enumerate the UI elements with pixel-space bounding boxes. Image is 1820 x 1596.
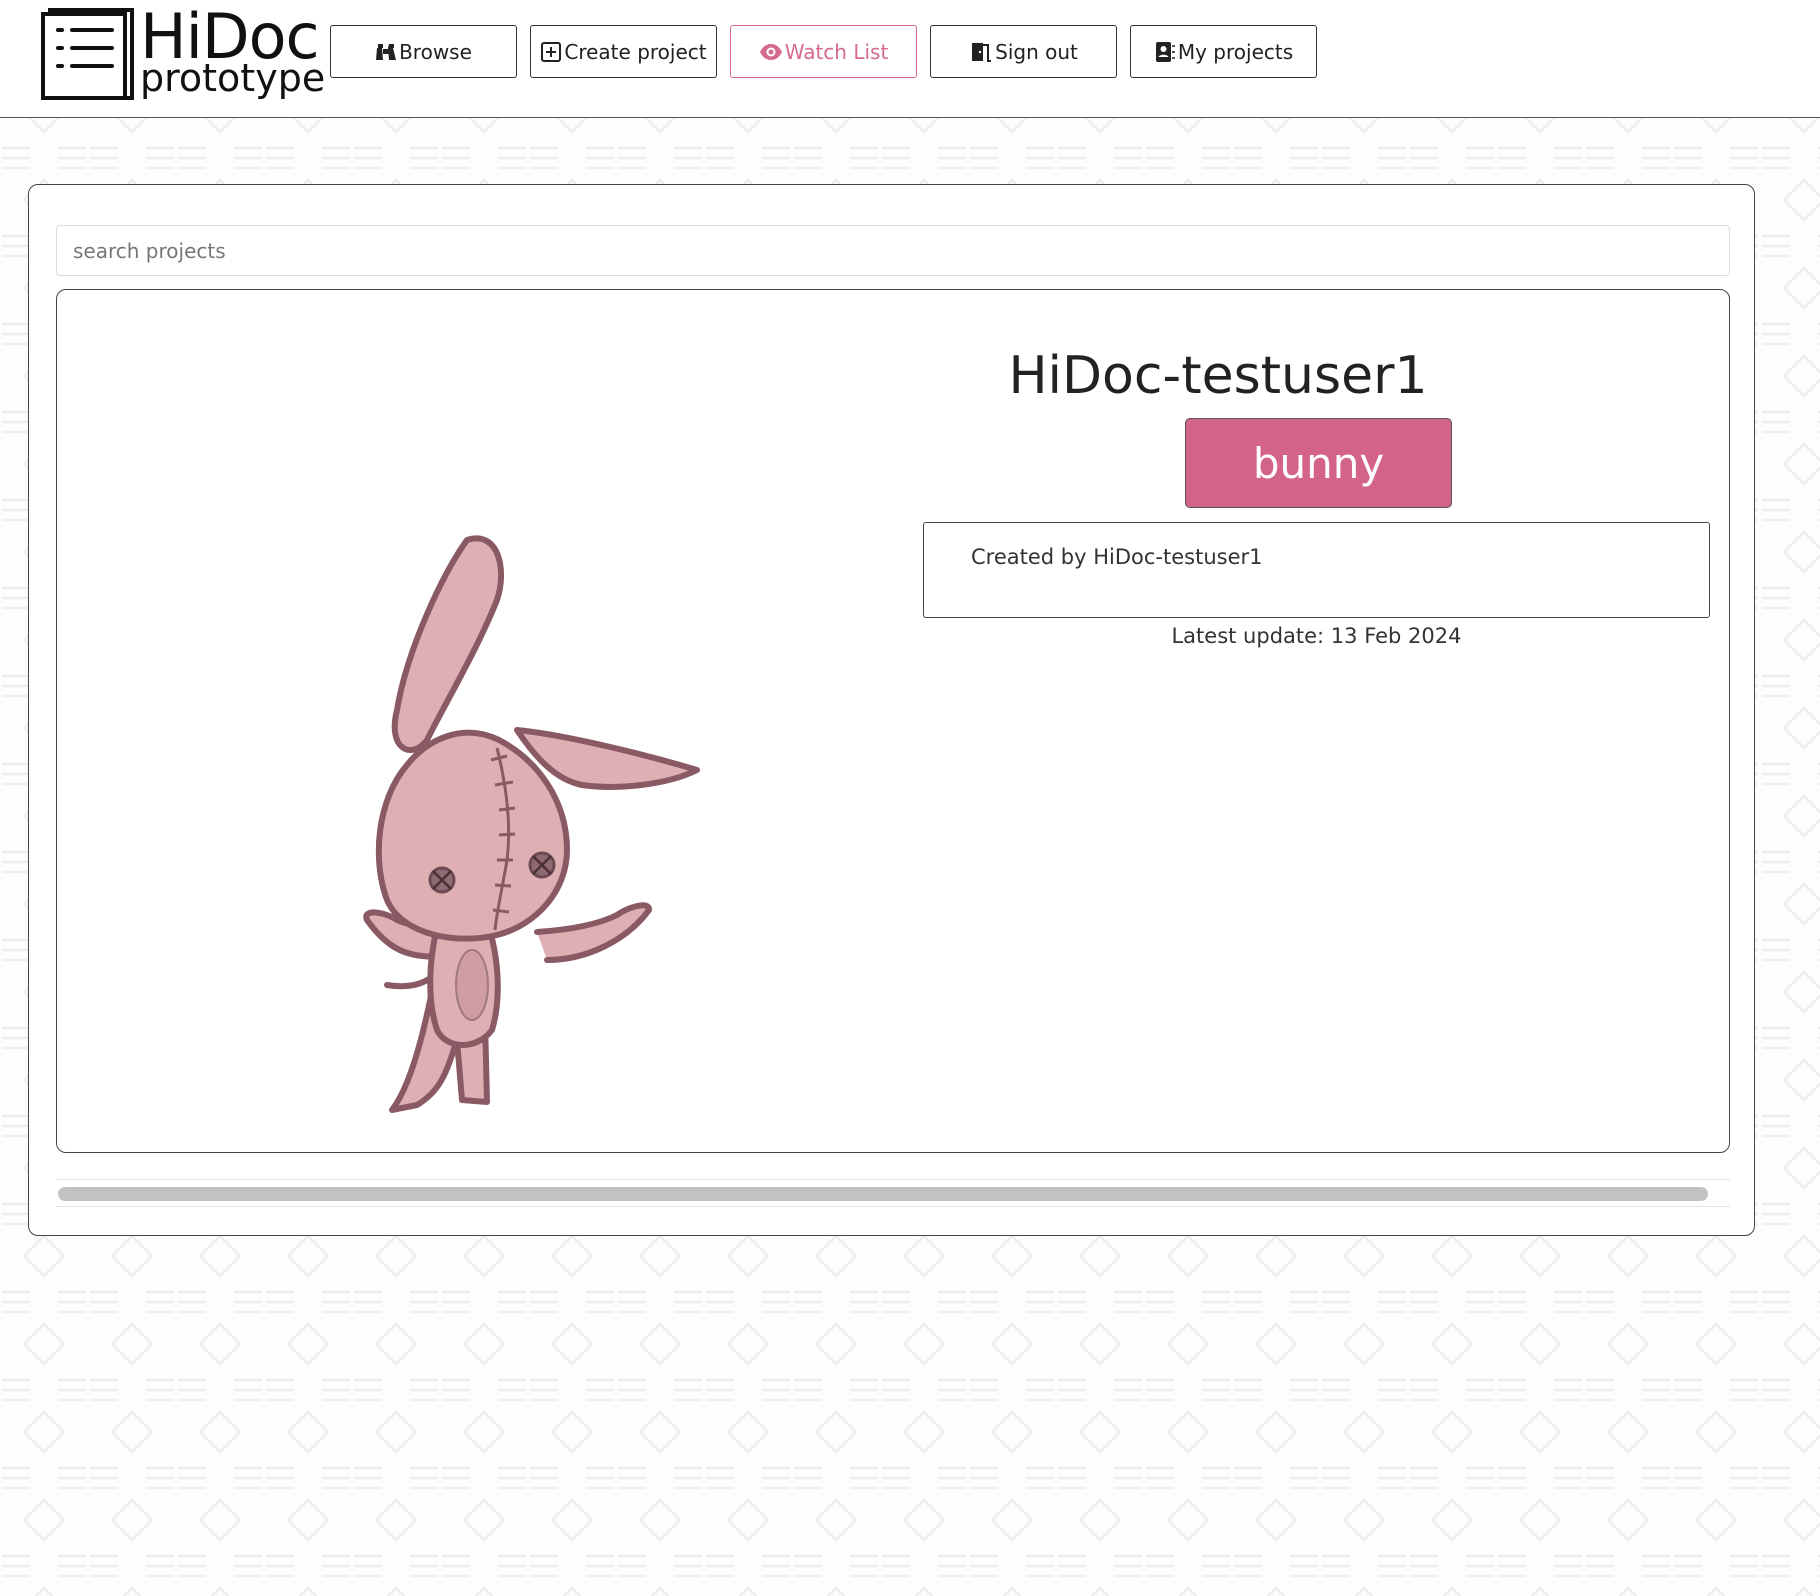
project-title: HiDoc-testuser1: [1008, 346, 1428, 406]
watch-list-button[interactable]: Watch List: [730, 25, 917, 78]
top-nav-bar: HiDoc prototype Browse Create project Wa…: [0, 0, 1820, 118]
nav-buttons: Browse Create project Watch List Sign ou…: [330, 25, 1317, 78]
document-list-icon: [41, 8, 134, 100]
hidoc-logo[interactable]: HiDoc prototype: [40, 4, 325, 102]
search-input[interactable]: [56, 225, 1730, 276]
binoculars-icon: [376, 43, 397, 60]
plus-square-icon: [541, 41, 562, 62]
sign-out-button[interactable]: Sign out: [930, 25, 1117, 78]
horizontal-scrollbar[interactable]: [56, 1179, 1730, 1207]
latest-update-text: Latest update: 13 Feb 2024: [1171, 624, 1462, 648]
contact-book-icon: [1155, 41, 1175, 62]
scrollbar-thumb[interactable]: [58, 1187, 1708, 1201]
watch-list-label: Watch List: [784, 39, 889, 64]
door-exit-icon: [972, 42, 992, 62]
logo-subtitle: prototype: [140, 56, 326, 100]
projects-panel: HiDoc-testuser1 bunny Created by HiDoc-t…: [28, 184, 1755, 1236]
my-projects-label: My projects: [1177, 39, 1294, 64]
created-by-text: Created by HiDoc-testuser1: [971, 545, 1263, 569]
bunny-drawing-image: [363, 535, 700, 1113]
browse-label: Browse: [399, 39, 472, 64]
sign-out-label: Sign out: [995, 39, 1078, 64]
project-card[interactable]: HiDoc-testuser1 bunny Created by HiDoc-t…: [56, 289, 1730, 1153]
create-project-button[interactable]: Create project: [530, 25, 717, 78]
create-project-label: Create project: [564, 39, 707, 64]
project-tag-button[interactable]: bunny: [1185, 418, 1452, 508]
project-description-box: Created by HiDoc-testuser1: [923, 522, 1710, 618]
my-projects-button[interactable]: My projects: [1130, 25, 1317, 78]
eye-icon: [759, 43, 782, 60]
browse-button[interactable]: Browse: [330, 25, 517, 78]
